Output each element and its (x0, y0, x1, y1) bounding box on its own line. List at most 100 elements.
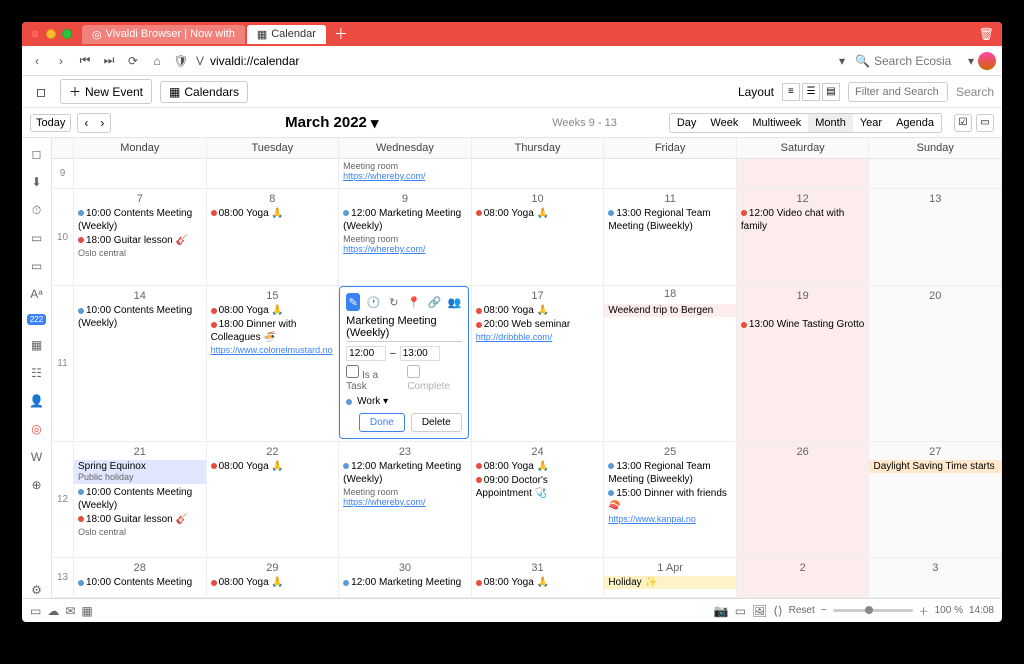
address-input[interactable] (210, 54, 410, 68)
sync-icon[interactable]: ▭ (30, 604, 41, 618)
bookmark-icon[interactable]: ◻ (30, 85, 52, 99)
day-cell[interactable] (207, 159, 340, 188)
new-event-button[interactable]: ＋ New Event (60, 79, 152, 104)
dropdown-icon[interactable]: ▾ (839, 54, 845, 68)
day-cell[interactable]: 14 10:00 Contents Meeting (Weekly) (74, 286, 207, 440)
day-cell[interactable]: 31 08:00 Yoga 🙏 (472, 558, 605, 597)
day-cell[interactable]: 26 (737, 442, 870, 558)
filter-input[interactable] (848, 82, 948, 102)
view-multiweek[interactable]: Multiweek (745, 114, 808, 132)
layout-minimal-icon[interactable]: ≡ (782, 83, 800, 101)
allday-event[interactable]: Holiday ✨ (604, 576, 736, 589)
time-start-input[interactable] (346, 346, 386, 361)
calendars-button[interactable]: ▦ Calendars (160, 81, 248, 103)
day-cell[interactable]: 8 08:00 Yoga 🙏 (207, 189, 340, 285)
day-cell[interactable]: 11 13:00 Regional Team Meeting (Biweekly… (604, 189, 737, 285)
day-cell[interactable] (869, 159, 1002, 188)
calendar-panel-icon[interactable]: ▦ (29, 337, 45, 353)
search-input[interactable] (874, 54, 964, 68)
day-cell[interactable]: 7 10:00 Contents Meeting (Weekly) 18:00 … (74, 189, 207, 285)
view-agenda[interactable]: Agenda (889, 114, 941, 132)
mail-status-icon[interactable]: ✉ (65, 604, 75, 618)
link-icon[interactable]: 🔗 (427, 293, 441, 311)
tab-vivaldi[interactable]: ◎ Vivaldi Browser | Now with (82, 25, 245, 44)
day-cell[interactable]: 19 13:00 Wine Tasting Grotto (737, 286, 870, 440)
home-button[interactable]: ⌂ (148, 54, 166, 68)
day-cell[interactable]: 3 (869, 558, 1002, 597)
day-cell[interactable]: 1 Apr Holiday ✨ (604, 558, 737, 597)
close-window-icon[interactable] (30, 29, 40, 39)
view-month[interactable]: Month (808, 114, 853, 132)
day-cell[interactable]: 15 08:00 Yoga 🙏 18:00 Dinner with Collea… (207, 286, 340, 440)
vivaldi-panel-icon[interactable]: ◎ (29, 421, 45, 437)
contacts-icon[interactable]: 👤 (29, 393, 45, 409)
clock-icon[interactable]: 🕐 (366, 293, 380, 311)
zoom-out-icon[interactable]: − (821, 605, 827, 616)
calendar-status-icon[interactable]: ▦ (81, 604, 92, 618)
maximize-window-icon[interactable] (62, 29, 72, 39)
feeds-icon[interactable]: ☷ (29, 365, 45, 381)
page-actions-icon[interactable]: ⟨⟩ (773, 604, 782, 618)
day-cell[interactable]: 23 12:00 Marketing Meeting (Weekly) Meet… (339, 442, 472, 558)
event-link[interactable]: https://whereby.com/ (343, 171, 467, 181)
day-cell[interactable] (74, 159, 207, 188)
clock[interactable]: 14:08 (969, 605, 994, 616)
fastforward-button[interactable]: ⏭ (100, 53, 118, 68)
allday-event[interactable]: Spring EquinoxPublic holiday (74, 460, 206, 484)
reset-zoom-button[interactable]: Reset (789, 605, 815, 616)
today-button[interactable]: Today (30, 114, 71, 132)
day-cell[interactable]: 13 (869, 189, 1002, 285)
day-cell[interactable]: 30 12:00 Marketing Meeting (339, 558, 472, 597)
view-week[interactable]: Week (703, 114, 745, 132)
allday-event[interactable]: Weekend trip to Bergen (604, 304, 736, 317)
day-cell[interactable]: 12 12:00 Video chat with family (737, 189, 870, 285)
day-cell[interactable] (737, 159, 870, 188)
edit-icon[interactable]: ✎ (346, 293, 360, 311)
view-day[interactable]: Day (670, 114, 704, 132)
view-year[interactable]: Year (853, 114, 889, 132)
day-cell[interactable]: 16 ✎ 🕐 ↻ 📍 🔗 👥 Marketing Meeting (Weekly… (339, 286, 472, 440)
day-cell[interactable] (604, 159, 737, 188)
profile-avatar[interactable] (978, 52, 996, 70)
zoom-slider[interactable] (833, 609, 913, 612)
month-title[interactable]: March 2022▾ (117, 114, 546, 132)
day-cell[interactable]: 28 10:00 Contents Meeting (74, 558, 207, 597)
delete-button[interactable]: Delete (411, 413, 462, 432)
settings-icon[interactable]: ⚙ (29, 582, 45, 598)
day-cell[interactable]: 21 Spring EquinoxPublic holiday 10:00 Co… (74, 442, 207, 558)
bookmarks-icon[interactable]: ◻ (29, 146, 45, 162)
search-link[interactable]: Search (956, 85, 994, 99)
layout-full-icon[interactable]: ▤ (822, 83, 840, 101)
location-icon[interactable]: 📍 (407, 293, 421, 311)
mail-badge[interactable]: 222 (27, 314, 46, 325)
event-title-input[interactable]: Marketing Meeting (Weekly) (346, 315, 462, 342)
downloads-icon[interactable]: ⬇ (29, 174, 45, 190)
settings-panel-icon[interactable]: ▭ (976, 114, 994, 132)
complete-checkbox[interactable]: Complete (407, 365, 461, 392)
prev-month-button[interactable]: ‹ (78, 114, 94, 132)
rewind-button[interactable]: ⏮ (76, 53, 94, 68)
window-panel-icon[interactable]: ▭ (29, 258, 45, 274)
image-toggle-icon[interactable]: 🖼 (752, 604, 767, 618)
next-month-button[interactable]: › (94, 114, 110, 132)
reload-button[interactable]: ⟳ (124, 54, 142, 68)
forward-button[interactable]: › (52, 54, 70, 68)
day-cell[interactable]: 22 08:00 Yoga 🙏 (207, 442, 340, 558)
is-task-checkbox[interactable]: Is a Task (346, 365, 397, 392)
day-cell[interactable]: 25 13:00 Regional Team Meeting (Biweekly… (604, 442, 737, 558)
category-selector[interactable]: Work ▾ (346, 396, 462, 407)
dropdown-icon[interactable]: ▾ (968, 54, 974, 68)
recurrence-icon[interactable]: ↻ (387, 293, 401, 311)
day-cell[interactable] (472, 159, 605, 188)
allday-event[interactable]: Daylight Saving Time starts (869, 460, 1001, 473)
day-cell[interactable]: 10 08:00 Yoga 🙏 (472, 189, 605, 285)
time-end-input[interactable] (400, 346, 440, 361)
back-button[interactable]: ‹ (28, 54, 46, 68)
day-cell[interactable]: 9 12:00 Marketing Meeting (Weekly) Meeti… (339, 189, 472, 285)
translate-icon[interactable]: Aᵃ (29, 286, 45, 302)
day-cell[interactable]: Meeting room https://whereby.com/ (339, 159, 472, 188)
new-tab-button[interactable]: ＋ (334, 24, 348, 44)
day-cell[interactable]: 29 08:00 Yoga 🙏 (207, 558, 340, 597)
day-cell[interactable]: 20 (869, 286, 1002, 440)
attendees-icon[interactable]: 👥 (447, 293, 461, 311)
